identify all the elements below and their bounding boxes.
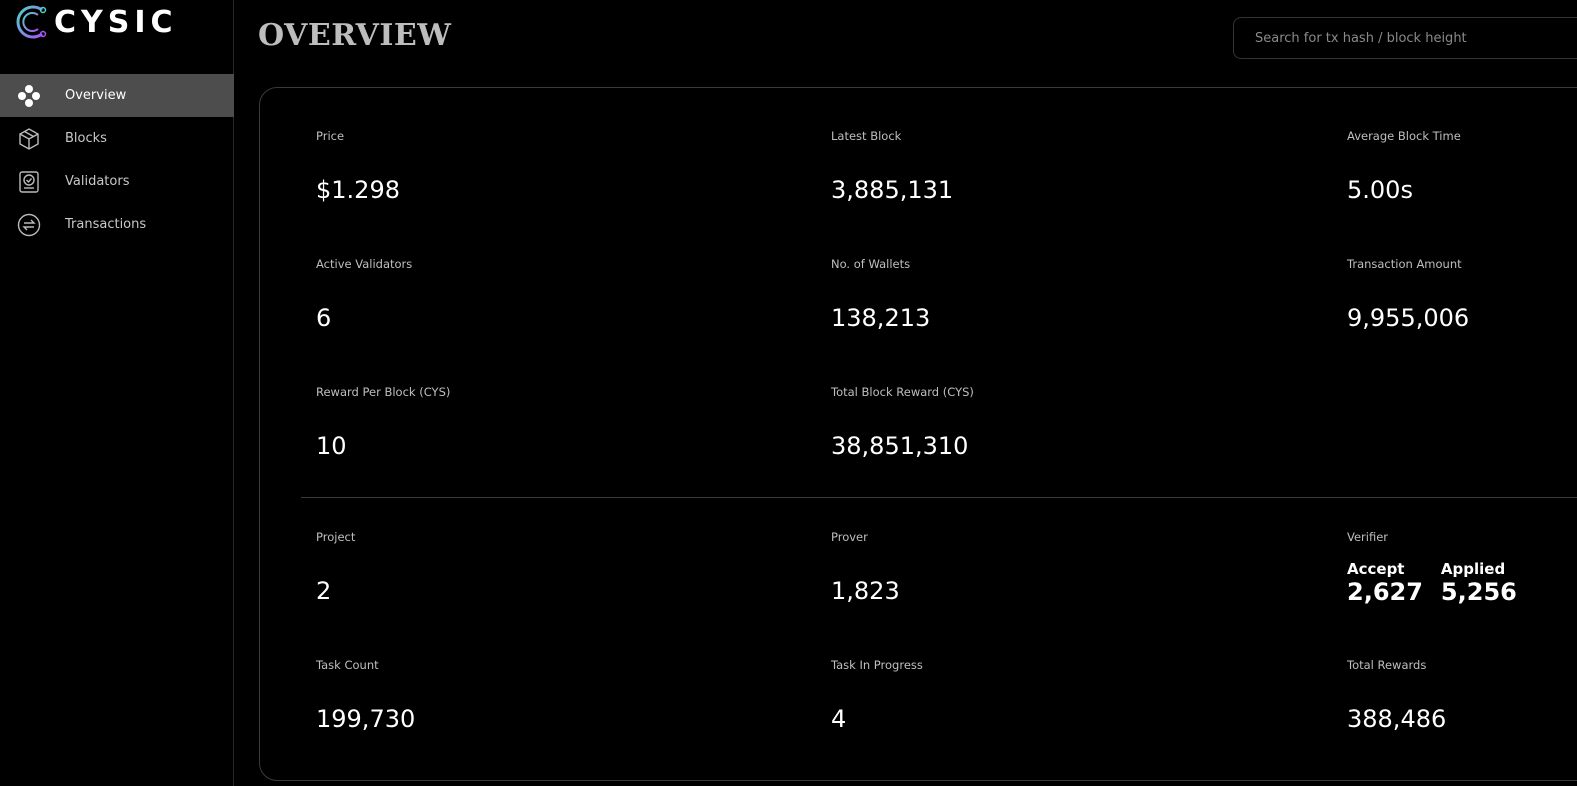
stat-value: 388,486 [1347,705,1447,733]
brand-logo[interactable]: CYSIC [12,2,178,42]
stat-value: $1.298 [316,176,400,204]
stat-label: Active Validators [316,257,413,271]
sidebar-item-validators[interactable]: Validators [0,160,234,203]
stat-label: Transaction Amount [1347,257,1462,271]
sidebar-item-overview[interactable]: Overview [0,74,234,117]
sidebar-item-label: Blocks [65,131,107,146]
stat-label: Project [316,530,356,544]
sidebar-item-transactions[interactable]: Transactions [0,203,234,246]
sidebar-nav: Overview Blocks Validators Transactions [0,74,234,246]
verifier-accept-label: Accept [1347,560,1405,578]
stat-task-count: Task Count 199,730 [316,658,415,733]
sidebar-item-label: Overview [65,88,127,103]
stat-label: No. of Wallets [831,257,911,271]
page-title: OVERVIEW [258,18,452,53]
brand-name: CYSIC [54,4,178,40]
verifier-applied-value: 5,256 [1440,578,1517,606]
sidebar-item-label: Validators [65,174,130,189]
verifier-accept: Accept 2,627 [1347,560,1423,606]
stat-total-rewards: Total Rewards 388,486 [1347,658,1446,733]
overview-panel: Price $1.298 Latest Block 3,885,131 Aver… [259,87,1577,781]
stat-label: Prover [831,530,868,544]
stat-label: Verifier [1347,530,1389,544]
stat-reward-per-block: Reward Per Block (CYS) 10 [316,385,450,460]
stat-price: Price $1.298 [316,129,400,204]
verifier-applied: Applied 5,256 [1441,560,1517,606]
stat-label: Total Rewards [1347,658,1427,672]
stat-label: Task In Progress [831,658,923,672]
stat-value: 10 [316,432,347,460]
stat-value: 9,955,006 [1347,304,1470,332]
stat-task-in-progress: Task In Progress 4 [831,658,923,733]
stat-label: Total Block Reward (CYS) [831,385,974,399]
stat-label: Average Block Time [1347,129,1461,143]
stat-label: Price [316,129,345,143]
stat-value: 6 [316,304,332,332]
stat-verifier: Verifier Accept 2,627 Applied 5,256 [1347,530,1517,606]
stat-value: 138,213 [831,304,931,332]
stat-label: Task Count [316,658,379,672]
verifier-values: Accept 2,627 Applied 5,256 [1347,560,1517,606]
stat-value: 2 [316,577,332,605]
section-divider [301,497,1577,498]
sidebar-item-label: Transactions [65,217,147,232]
stat-active-validators: Active Validators 6 [316,257,412,332]
stat-value: 38,851,310 [831,432,969,460]
stat-value: 1,823 [831,577,900,605]
stat-value: 5.00s [1347,176,1413,204]
validator-icon [17,170,41,194]
search-input[interactable] [1233,17,1577,59]
stat-label: Reward Per Block (CYS) [316,385,451,399]
exchange-icon [17,213,41,237]
verifier-accept-value: 2,627 [1347,578,1423,606]
stat-project: Project 2 [316,530,355,605]
stat-value[interactable]: 3,885,131 [831,176,953,204]
stat-average-block-time: Average Block Time 5.00s [1347,129,1461,204]
cysic-logo-icon [16,5,47,39]
sidebar-item-blocks[interactable]: Blocks [0,117,234,160]
stat-total-block-reward: Total Block Reward (CYS) 38,851,310 [831,385,974,460]
stat-value: 4 [831,705,847,733]
stat-latest-block: Latest Block 3,885,131 [831,129,953,204]
stat-value: 199,730 [316,705,416,733]
stat-label: Latest Block [831,129,902,143]
stat-wallets: No. of Wallets 138,213 [831,257,930,332]
cube-icon [17,127,41,151]
stat-transaction-amount: Transaction Amount 9,955,006 [1347,257,1469,332]
stat-prover: Prover 1,823 [831,530,900,605]
overview-icon [17,84,41,108]
sidebar: CYSIC Overview Blocks Validators Transac… [0,0,234,786]
verifier-applied-label: Applied [1440,560,1506,578]
